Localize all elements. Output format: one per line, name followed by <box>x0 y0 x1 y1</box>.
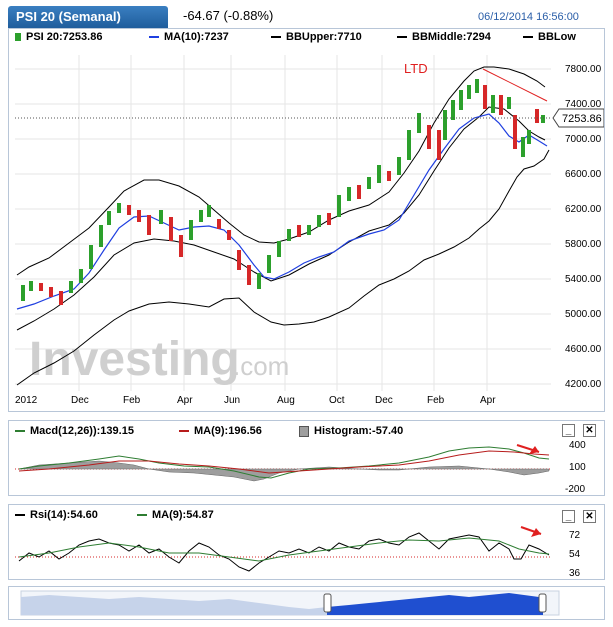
y-label: 7000.00 <box>565 134 602 145</box>
macd-y-label: -200 <box>565 484 585 495</box>
macd-minimize-button[interactable]: _ <box>562 424 575 437</box>
legend-macd: Macd(12,26)):139.15 <box>15 425 134 437</box>
legend-bbmiddle: BBMiddle:7294 <box>397 31 491 43</box>
macd-panel: Macd(12,26)):139.15 MA(9):196.56 Histogr… <box>8 420 605 496</box>
legend-ma: MA(10):7237 <box>149 31 229 43</box>
legend-rsi-ma-label: MA(9):54.87 <box>152 509 214 521</box>
y-label: 7800.00 <box>565 64 602 75</box>
x-label: 2012 <box>15 395 38 406</box>
macd-legend: Macd(12,26)):139.15 MA(9):196.56 Histogr… <box>9 421 604 437</box>
macd-y-axis: 400 100 -200 <box>565 440 586 495</box>
bbupper-swatch-icon <box>271 36 281 39</box>
chart-title-tab[interactable]: PSI 20 (Semanal) <box>8 6 168 28</box>
navigator-panel <box>8 586 605 620</box>
navigator-svg[interactable] <box>9 587 604 619</box>
rsi-minimize-button[interactable]: _ <box>562 510 575 523</box>
bbmiddle-swatch-icon <box>397 36 407 39</box>
rsi-ma-line <box>18 537 550 562</box>
x-label: Feb <box>123 395 141 406</box>
bb-middle-line <box>16 106 546 331</box>
main-chart-panel: PSI 20:7253.86 MA(10):7237 BBUpper:7710 … <box>8 28 605 412</box>
navigator-right-handle[interactable] <box>538 593 547 613</box>
legend-macd-label: Macd(12,26)):139.15 <box>30 425 134 437</box>
x-label: Dec <box>71 395 89 406</box>
watermark-suffix: .com <box>233 351 289 381</box>
legend-hist-label: Histogram:-57.40 <box>314 425 404 437</box>
rsi-y-axis: 72 54 36 <box>569 530 581 579</box>
legend-bbupper-label: BBUpper:7710 <box>286 31 362 43</box>
legend-macd-ma-label: MA(9):196.56 <box>194 425 262 437</box>
quote-datetime: 06/12/2014 16:56:00 <box>478 11 579 23</box>
macd-close-button[interactable]: ✕ <box>583 424 596 437</box>
price-change: -64.67 (-0.88%) <box>183 8 274 23</box>
macd-chart-svg[interactable]: 400 100 -200 <box>9 439 604 495</box>
rsi-close-button[interactable]: ✕ <box>583 510 596 523</box>
legend-macd-ma: MA(9):196.56 <box>179 425 262 437</box>
legend-price: PSI 20:7253.86 <box>15 31 102 43</box>
rsi-y-label: 72 <box>569 530 581 541</box>
main-legend: PSI 20:7253.86 MA(10):7237 BBUpper:7710 … <box>9 29 604 45</box>
macd-y-label: 400 <box>569 440 586 451</box>
legend-rsi-ma: MA(9):54.87 <box>137 509 214 521</box>
y-label: 6200.00 <box>565 204 602 215</box>
x-label: Apr <box>177 395 193 406</box>
hist-swatch-icon <box>299 425 309 437</box>
x-label: Oct <box>329 395 345 406</box>
rsi-line <box>18 532 550 572</box>
legend-rsi: Rsi(14):54.60 <box>15 509 98 521</box>
ma-swatch-icon <box>149 36 159 39</box>
y-label: 7400.00 <box>565 99 602 110</box>
legend-bbupper: BBUpper:7710 <box>271 31 362 43</box>
rsi-panel: Rsi(14):54.60 MA(9):54.87 _ ✕ 72 54 36 <box>8 504 605 580</box>
rsi-legend: Rsi(14):54.60 MA(9):54.87 <box>9 505 604 521</box>
x-label: Feb <box>427 395 445 406</box>
macd-y-label: 100 <box>569 462 586 473</box>
legend-hist: Histogram:-57.40 <box>299 425 403 437</box>
macd-ma-swatch-icon <box>179 430 189 433</box>
x-label: Apr <box>480 395 496 406</box>
price-chart-svg[interactable]: Investing .com LTD 7800.00 7400.00 7000.… <box>9 45 604 411</box>
rsi-y-label: 36 <box>569 568 581 579</box>
legend-rsi-label: Rsi(14):54.60 <box>30 509 98 521</box>
macd-swatch-icon <box>15 430 25 433</box>
ltd-annotation: LTD <box>404 61 428 76</box>
legend-price-label: PSI 20:7253.86 <box>26 31 103 43</box>
rsi-y-label: 54 <box>569 549 581 560</box>
legend-bbmiddle-label: BBMiddle:7294 <box>412 31 491 43</box>
navigator-left-handle[interactable] <box>323 593 332 613</box>
x-label: Jun <box>224 395 240 406</box>
y-label: 5800.00 <box>565 239 602 250</box>
last-price-label: 7253.86 <box>562 113 602 125</box>
chart-header: PSI 20 (Semanal) -64.67 (-0.88%) 06/12/2… <box>0 0 613 28</box>
legend-ma-label: MA(10):7237 <box>164 31 229 43</box>
rsi-chart-svg[interactable]: 72 54 36 <box>9 523 604 579</box>
legend-bblow-label: BBLow <box>538 31 576 43</box>
legend-bblow: BBLow <box>523 31 576 43</box>
price-swatch-icon <box>15 33 21 42</box>
x-label: Aug <box>277 395 295 406</box>
rsi-ma-swatch-icon <box>137 514 147 517</box>
ma10-line <box>16 113 548 310</box>
y-label: 5400.00 <box>565 274 602 285</box>
y-label: 4600.00 <box>565 344 602 355</box>
y-label: 5000.00 <box>565 309 602 320</box>
x-label: Dec <box>375 395 393 406</box>
x-axis: 2012 Dec Feb Apr Jun Aug Oct Dec Feb Apr <box>15 395 496 406</box>
bblow-swatch-icon <box>523 36 533 39</box>
y-label: 4200.00 <box>565 379 602 390</box>
rsi-arrowhead-icon <box>531 528 541 537</box>
y-label: 6600.00 <box>565 169 602 180</box>
rsi-swatch-icon <box>15 514 25 517</box>
